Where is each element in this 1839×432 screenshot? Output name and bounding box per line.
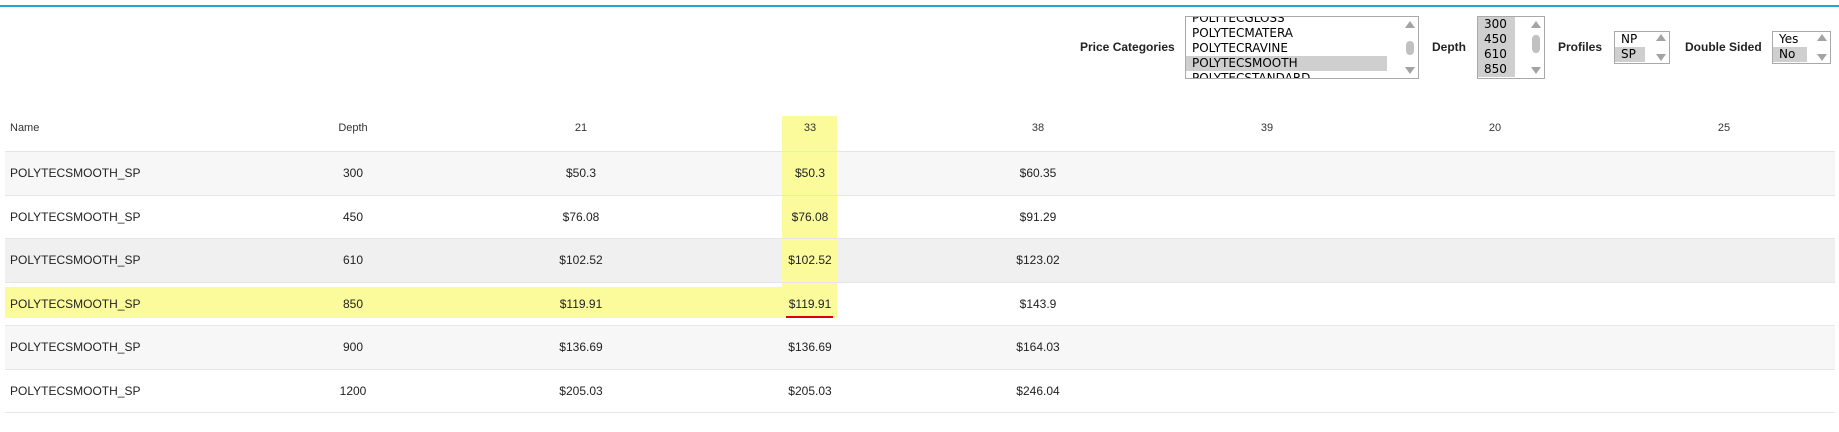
double-sided-label: Double Sided — [1685, 40, 1762, 54]
scroll-down-icon[interactable] — [1817, 54, 1827, 61]
row-divider — [5, 412, 1835, 413]
listbox-option-selected[interactable]: POLYTECSMOOTH — [1186, 56, 1387, 71]
scrollbar[interactable] — [1401, 17, 1418, 78]
cell-price: $136.69 — [559, 340, 603, 354]
cell-name: POLYTECSMOOTH_SP — [10, 297, 141, 311]
listbox-option-selected[interactable]: 850 — [1478, 62, 1515, 77]
listbox-option-selected[interactable]: 610 — [1478, 47, 1515, 62]
profiles-listbox[interactable]: NP SP — [1614, 31, 1670, 64]
column-header-38[interactable]: 38 — [1032, 122, 1044, 134]
scroll-down-icon[interactable] — [1405, 67, 1415, 74]
cell-price: $76.08 — [791, 210, 829, 224]
row-divider — [5, 151, 1835, 152]
cell-depth: 850 — [342, 297, 364, 311]
cell-price: $143.9 — [1019, 297, 1057, 311]
cell-price: $76.08 — [562, 210, 600, 224]
row-divider — [5, 195, 1835, 196]
cell-depth: 610 — [342, 253, 364, 267]
scroll-down-icon[interactable] — [1656, 54, 1666, 61]
row-divider — [5, 325, 1835, 326]
column-header-depth[interactable]: Depth — [338, 122, 367, 134]
scrollbar[interactable] — [1813, 32, 1830, 63]
price-categories-listbox[interactable]: POLYTECGLOSS POLYTECMATERA POLYTECRAVINE… — [1185, 16, 1419, 79]
scroll-thumb[interactable] — [1406, 41, 1414, 55]
column-header-25[interactable]: 25 — [1718, 122, 1730, 134]
scroll-thumb[interactable] — [1532, 35, 1540, 53]
scroll-down-icon[interactable] — [1531, 67, 1541, 74]
profiles-label: Profiles — [1558, 40, 1603, 54]
cell-price: $136.69 — [788, 340, 832, 354]
cell-price: $50.3 — [794, 166, 826, 180]
cell-price: $119.91 — [559, 297, 603, 311]
column-header-21[interactable]: 21 — [575, 122, 587, 134]
cell-name: POLYTECSMOOTH_SP — [10, 384, 141, 398]
cell-price: $102.52 — [559, 253, 603, 267]
double-sided-listbox[interactable]: Yes No — [1772, 31, 1831, 64]
scroll-up-icon[interactable] — [1656, 34, 1666, 41]
listbox-option-selected[interactable]: SP — [1615, 47, 1645, 62]
cell-price: $50.3 — [565, 166, 597, 180]
row-divider — [5, 282, 1835, 283]
cell-name: POLYTECSMOOTH_SP — [10, 166, 141, 180]
cell-price: $123.02 — [1016, 253, 1060, 267]
listbox-option-selected[interactable]: 300 — [1478, 17, 1515, 32]
cell-depth: 1200 — [339, 384, 367, 398]
table-row-background — [5, 152, 1835, 195]
column-header-39[interactable]: 39 — [1261, 122, 1273, 134]
cell-name: POLYTECSMOOTH_SP — [10, 253, 141, 267]
listbox-option[interactable]: POLYTECGLOSS — [1186, 17, 1401, 26]
scroll-up-icon[interactable] — [1405, 21, 1415, 28]
cell-name: POLYTECSMOOTH_SP — [10, 210, 141, 224]
listbox-option[interactable]: POLYTECSTANDARD — [1186, 71, 1401, 78]
depth-label: Depth — [1432, 40, 1466, 54]
listbox-option-selected[interactable]: 450 — [1478, 32, 1515, 47]
row-divider — [5, 369, 1835, 370]
selected-price-underline — [786, 316, 833, 318]
cell-price: $102.52 — [788, 253, 832, 267]
cell-depth: 900 — [342, 340, 364, 354]
cell-price: $205.03 — [788, 384, 832, 398]
scrollbar[interactable] — [1652, 32, 1669, 63]
listbox-option[interactable]: Yes — [1773, 32, 1807, 47]
depth-listbox[interactable]: 300 450 610 850 — [1477, 16, 1545, 79]
scrollbar[interactable] — [1527, 17, 1544, 78]
scroll-up-icon[interactable] — [1531, 21, 1541, 28]
cell-depth: 300 — [342, 166, 364, 180]
cell-price: $246.04 — [1016, 384, 1060, 398]
table-row-background — [5, 239, 1835, 282]
column-header-name[interactable]: Name — [10, 122, 39, 134]
listbox-option-selected[interactable]: No — [1773, 47, 1807, 62]
table-row-background — [5, 326, 1835, 369]
cell-price: $91.29 — [1019, 210, 1057, 224]
cell-price: $164.03 — [1016, 340, 1060, 354]
listbox-option[interactable]: POLYTECRAVINE — [1186, 41, 1401, 56]
row-divider — [5, 238, 1835, 239]
cell-price: $205.03 — [559, 384, 603, 398]
cell-depth: 450 — [342, 210, 364, 224]
cell-name: POLYTECSMOOTH_SP — [10, 340, 141, 354]
cell-price: $60.35 — [1019, 166, 1057, 180]
price-categories-label: Price Categories — [1080, 40, 1175, 54]
cell-price-selected: $119.91 — [788, 297, 832, 311]
column-header-33[interactable]: 33 — [804, 122, 816, 134]
top-accent-rule — [0, 5, 1839, 7]
scroll-up-icon[interactable] — [1817, 34, 1827, 41]
listbox-option[interactable]: POLYTECMATERA — [1186, 26, 1401, 41]
column-header-20[interactable]: 20 — [1489, 122, 1501, 134]
listbox-option[interactable]: NP — [1615, 32, 1645, 47]
